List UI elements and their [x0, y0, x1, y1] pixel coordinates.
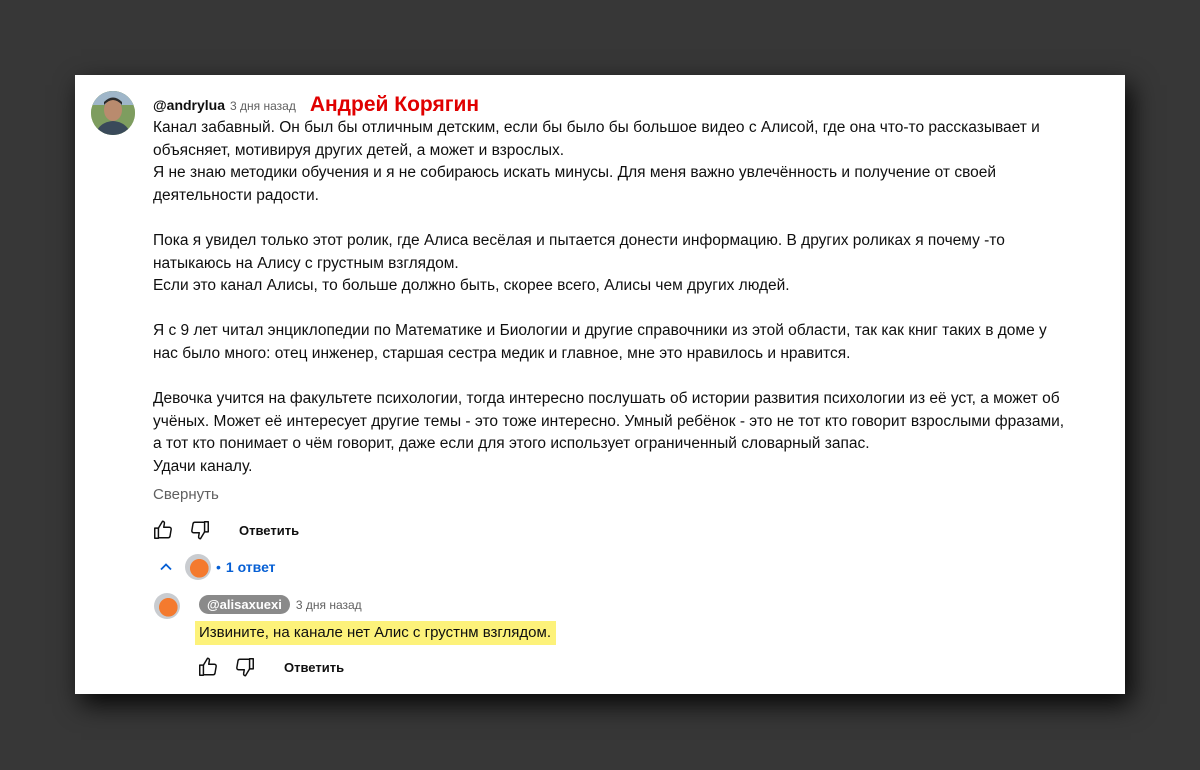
avatar[interactable]: [91, 91, 135, 135]
reply-author-mini-avatar: [185, 554, 211, 580]
comment-line: а тот кто понимает о чём говорит, даже е…: [153, 435, 870, 453]
comment-actions: Ответить: [151, 518, 299, 542]
comment-line: объясняет, мотивируя других детей, а мож…: [153, 141, 565, 159]
comment-line: Я не знаю методики обучения и я не собир…: [153, 164, 997, 182]
comment-text: Канал забавный. Он был бы отличным детск…: [153, 117, 1113, 479]
comment-line: деятельности радости.: [153, 186, 319, 204]
comment-line: Удачи каналу.: [153, 457, 253, 475]
comment-line: Девочка учится на факультете психологии,…: [153, 390, 1060, 408]
comment-line: Пока я увидел только этот ролик, где Али…: [153, 231, 1005, 249]
comment-time[interactable]: 3 дня назад: [230, 99, 296, 113]
comment-header: @andrylua 3 дня назад Андрей Корягин: [153, 92, 479, 116]
comment-author[interactable]: @andrylua: [153, 97, 225, 113]
dislike-icon[interactable]: [188, 518, 212, 542]
reply-author[interactable]: @alisaxuexi: [199, 595, 290, 614]
annotation-label: Андрей Корягин: [309, 93, 480, 116]
chevron-up-icon[interactable]: [157, 558, 175, 576]
comment-line: учёных. Может её интересует другие темы …: [153, 412, 1065, 430]
comment-line: нас было много: отец инженер, старшая се…: [153, 344, 851, 362]
reply-time[interactable]: 3 дня назад: [296, 598, 362, 612]
reply-actions: Ответить: [196, 655, 344, 679]
reply-header: @alisaxuexi 3 дня назад: [199, 595, 362, 614]
comment-line: Я с 9 лет читал энциклопедии по Математи…: [153, 322, 1047, 340]
comment-line: натыкаюсь на Алису с грустным взглядом.: [153, 254, 459, 272]
reply-button[interactable]: Ответить: [284, 660, 344, 675]
separator-dot: •: [216, 559, 221, 575]
reply-text: Извините, на канале нет Алис с грустнм в…: [195, 621, 556, 645]
like-icon[interactable]: [151, 518, 175, 542]
dislike-icon[interactable]: [233, 655, 257, 679]
replies-toggle[interactable]: • 1 ответ: [157, 554, 276, 580]
comment-card: @andrylua 3 дня назад Андрей Корягин Кан…: [75, 75, 1125, 694]
comment-line: Канал забавный. Он был бы отличным детск…: [153, 119, 1040, 136]
like-icon[interactable]: [196, 655, 220, 679]
reply-avatar[interactable]: [154, 593, 180, 619]
collapse-button[interactable]: Свернуть: [153, 486, 219, 503]
comment-line: Если это канал Алисы, то больше должно б…: [153, 277, 790, 295]
reply-button[interactable]: Ответить: [239, 523, 299, 538]
replies-count[interactable]: 1 ответ: [226, 559, 276, 575]
